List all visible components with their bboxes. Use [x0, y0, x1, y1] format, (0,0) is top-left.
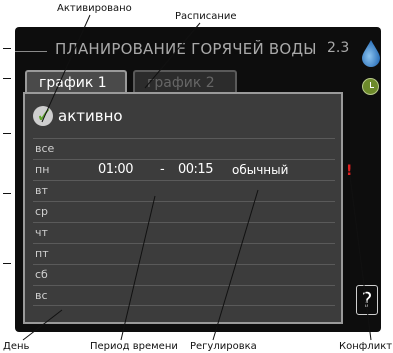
- leader-schedule: [144, 22, 201, 89]
- leader-day: [22, 309, 63, 341]
- leader-conflict: [349, 175, 372, 341]
- leader-adjustment: [212, 189, 259, 341]
- leader-activated: [41, 14, 91, 123]
- leader-time-period: [120, 195, 156, 341]
- annotation-leaders: [22, 14, 372, 341]
